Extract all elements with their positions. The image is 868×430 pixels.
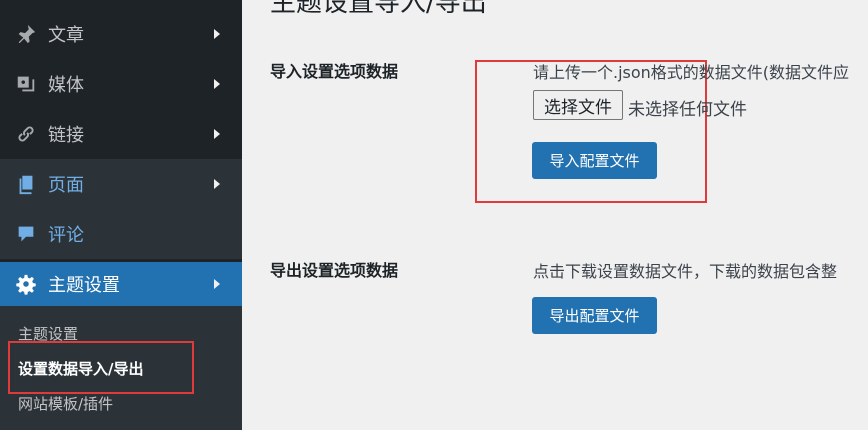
export-section-label: 导出设置选项数据 (270, 261, 399, 280)
chevron-right-icon (214, 179, 220, 189)
sidebar-item-posts[interactable]: 文章 (0, 9, 242, 59)
chevron-right-icon (214, 129, 220, 139)
page-title: 主题设置导入/导出 (270, 0, 487, 18)
import-section-label: 导入设置选项数据 (270, 62, 399, 81)
pin-icon (14, 22, 38, 46)
sidebar-item-label: 页面 (48, 175, 84, 196)
link-icon (14, 122, 38, 146)
sidebar-item-links[interactable]: 链接 (0, 109, 242, 159)
sidebar-item-theme-settings[interactable]: 主题设置 (0, 262, 242, 306)
sidebar-item-label: 链接 (48, 125, 84, 146)
export-description: 点击下载设置数据文件，下载的数据包含整 (533, 262, 838, 281)
sidebar-item-pages[interactable]: 页面 (0, 159, 242, 209)
sidebar-item-comments[interactable]: 评论 (0, 209, 242, 259)
submenu-item-templates-plugins[interactable]: 网站模板/插件 (18, 393, 113, 414)
gear-icon (14, 272, 38, 296)
comment-icon (14, 222, 38, 246)
sidebar-item-media[interactable]: 媒体 (0, 59, 242, 109)
chevron-right-icon (214, 79, 220, 89)
export-config-button[interactable]: 导出配置文件 (532, 297, 657, 334)
chevron-right-icon (214, 29, 220, 39)
choose-file-button[interactable]: 选择文件 (533, 90, 623, 120)
sidebar-item-label: 媒体 (48, 75, 84, 96)
chevron-right-icon (214, 279, 220, 289)
annotation-highlight-submenu (8, 341, 194, 394)
import-description: 请上传一个.json格式的数据文件(数据文件应 (533, 63, 850, 82)
sidebar-item-label: 文章 (48, 25, 84, 46)
file-status-text: 未选择任何文件 (628, 100, 747, 120)
import-config-button[interactable]: 导入配置文件 (532, 142, 657, 179)
media-icon (14, 72, 38, 96)
page-icon (14, 172, 38, 196)
sidebar-item-label: 评论 (48, 225, 84, 246)
sidebar-item-label: 主题设置 (48, 275, 120, 296)
